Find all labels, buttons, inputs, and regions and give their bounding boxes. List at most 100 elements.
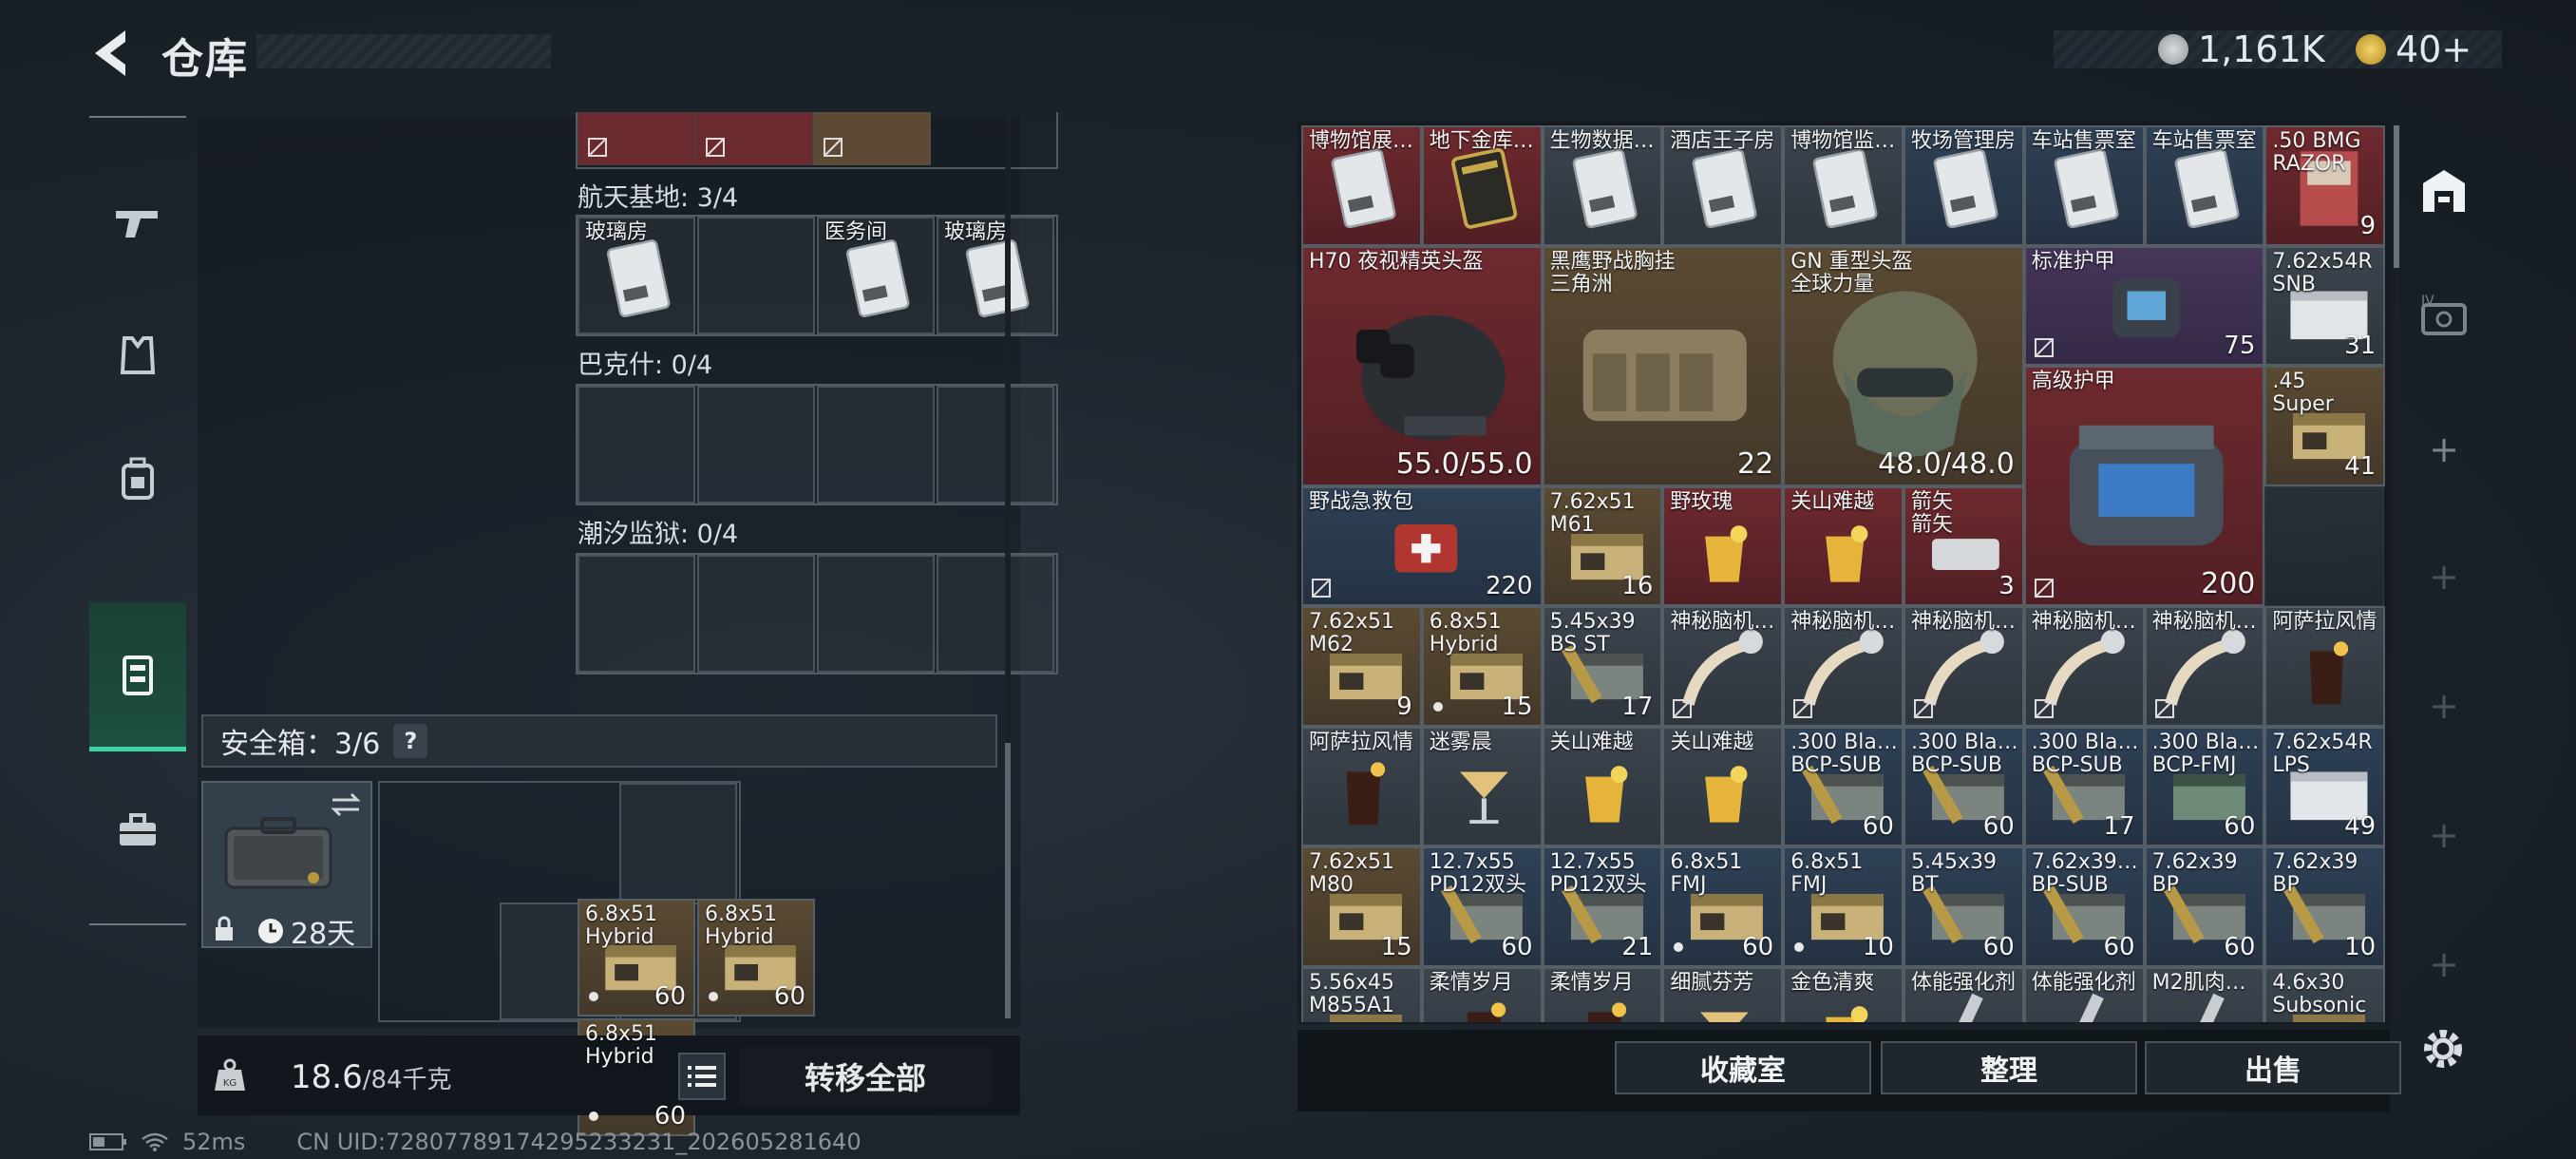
key-card-slot[interactable]: 医务间 [817,217,935,334]
stash-item[interactable]: 地下金库… [1421,125,1543,246]
key-card-slot[interactable]: 玻璃房 [578,217,695,334]
partial-slot[interactable] [578,112,695,165]
stash-item[interactable]: 7.62x39 BP 10 [2264,846,2386,967]
stash-item[interactable]: 体能强化剂 [1904,966,2024,1022]
stash-item[interactable]: 关山难越 [1783,485,1904,606]
stash-scroll-thumb[interactable] [2394,125,2399,268]
stash-item[interactable]: 关山难越 [1542,726,1663,846]
list-view-button[interactable] [678,1053,726,1100]
safe-item[interactable]: 6.8x51 Hybrid 60 [697,899,815,1016]
key-card-slot[interactable]: 玻璃房 [937,217,1054,334]
empty-slot[interactable] [697,555,815,673]
stash-item[interactable]: 标准护甲 75 [2023,245,2265,366]
empty-slot[interactable] [817,386,935,504]
stash-item[interactable]: H70 夜视精英头盔 55.0/55.0 [1301,245,1543,486]
add-tab-button[interactable]: + [2413,674,2475,737]
add-tab-button[interactable]: + [2413,804,2475,866]
empty-slot[interactable] [697,386,815,504]
help-icon[interactable]: ? [393,724,428,758]
stash-tab-4[interactable]: IV [2413,285,2475,348]
stash-item[interactable]: 7.62x51 M61 16 [1542,485,1663,606]
stash-item[interactable]: 野玫瑰 [1662,485,1784,606]
swap-icon[interactable] [329,790,363,819]
stash-item[interactable]: 箭矢 箭矢 3 [1904,485,2024,606]
stash-item[interactable]: .300 Bla… BCP-SUB 17 [2023,726,2145,846]
stash-item[interactable]: 阿萨拉风情 [2264,606,2386,727]
stash-item[interactable]: 神秘脑机… [1904,606,2024,727]
empty-slot[interactable] [937,386,1054,504]
stash-item[interactable]: 柔情岁月 [1421,966,1543,1022]
stash-item[interactable]: 柔情岁月 [1542,966,1663,1022]
stash-item[interactable]: 细腻芬芳 [1662,966,1784,1022]
stash-item[interactable]: .300 Bla… BCP-SUB 60 [1783,726,1904,846]
empty-slot[interactable] [697,217,815,334]
currency-1[interactable]: 1,161K [2158,28,2325,70]
stash-item[interactable]: 5.45x39 BT 60 [1904,846,2024,967]
empty-slot[interactable] [578,555,695,673]
stash-item[interactable]: 7.62x39… BP-SUB 60 [2023,846,2145,967]
stash-item[interactable]: 车站售票室 [2023,125,2145,246]
partial-slot[interactable] [813,112,931,165]
sidebar-item-backpack[interactable] [89,422,186,536]
stash-item[interactable]: M2肌肉… [2144,966,2265,1022]
stash-scrollbar[interactable] [2394,125,2399,1018]
empty-slot[interactable] [619,783,737,901]
stash-item[interactable]: 生物数据… [1542,125,1663,246]
stash-item[interactable]: 阿萨拉风情 [1301,726,1422,846]
stash-item[interactable]: .300 Bla… BCP-SUB 60 [1904,726,2024,846]
stash-item[interactable]: 4.6x30 Subsonic [2264,966,2386,1022]
stash-item[interactable]: 关山难越 [1662,726,1784,846]
transfer-all-button[interactable]: 转移全部 [739,1047,992,1106]
stash-item[interactable]: .45 Super 41 [2264,366,2386,486]
stash-item[interactable]: 黑鹰野战胸挂 三角洲 22 [1542,245,1784,486]
stash-item[interactable]: 7.62x54R SNB 31 [2264,245,2386,366]
add-tab-button[interactable]: + [2413,545,2475,608]
stash-item[interactable]: 车站售票室 [2144,125,2265,246]
back-button[interactable] [87,27,135,80]
safe-item[interactable]: 6.8x51 Hybrid 60 [578,899,695,1016]
empty-slot[interactable] [937,555,1054,673]
sort-button[interactable]: 整理 [1881,1041,2137,1094]
collection-room-button[interactable]: 收藏室 [1615,1041,1871,1094]
stash-item[interactable]: GN 重型头盔 全球力量 48.0/48.0 [1783,245,2024,486]
add-tab-button[interactable]: + [2413,933,2475,996]
stash-cell[interactable] [2264,485,2385,606]
sidebar-item-armor[interactable] [89,308,186,403]
stash-item[interactable]: 5.45x39 BS ST 17 [1542,606,1663,727]
sidebar-item-tools[interactable] [89,783,186,878]
stash-item[interactable]: 6.8x51 FMJ 60 [1662,846,1784,967]
empty-slot[interactable] [817,555,935,673]
sidebar-item-storage[interactable] [89,602,186,751]
stash-item[interactable]: 博物馆展… [1301,125,1422,246]
sell-button[interactable]: 出售 [2145,1041,2401,1094]
stash-item[interactable]: 12.7x55 PD12双头 21 [1542,846,1663,967]
stash-item[interactable]: 12.7x55 PD12双头 60 [1421,846,1543,967]
stash-item[interactable]: 7.62x51 M62 9 [1301,606,1422,727]
stash-item[interactable]: 6.8x51 FMJ 10 [1783,846,1904,967]
stash-item[interactable]: 体能强化剂 [2023,966,2145,1022]
add-tab-button[interactable]: + [2413,418,2475,481]
stash-item[interactable]: 金色清爽 [1783,966,1904,1022]
stash-item[interactable]: 牧场管理房 [1904,125,2024,246]
stash-tab-main[interactable] [2413,160,2475,222]
stash-item[interactable]: .300 Bla… BCP-FMJ 60 [2144,726,2265,846]
stash-item[interactable]: 7.62x51 M80 15 [1301,846,1422,967]
stash-item[interactable]: 迷雾晨 [1421,726,1543,846]
left-scroll-thumb[interactable] [1005,743,1011,1018]
stash-item[interactable]: 博物馆监… [1783,125,1904,246]
stash-item[interactable]: 5.56x45 M855A1 [1301,966,1422,1022]
sidebar-item-weapons[interactable] [89,175,186,270]
stash-item[interactable]: 7.62x39 BP 60 [2144,846,2265,967]
stash-item[interactable]: 神秘脑机… [1662,606,1784,727]
stash-item[interactable]: 神秘脑机… [2023,606,2145,727]
currency-2[interactable]: 40+ [2356,28,2472,70]
stash-item[interactable]: 高级护甲 200 [2023,366,2265,606]
stash-item[interactable]: 6.8x51 Hybrid 15 [1421,606,1543,727]
left-scrollbar[interactable] [1005,116,1011,1018]
stash-item[interactable]: 酒店王子房 [1662,125,1784,246]
stash-item[interactable]: .50 BMG RAZOR 9 [2264,125,2386,246]
stash-item[interactable]: 神秘脑机… [2144,606,2265,727]
stash-item[interactable]: 7.62x54R LPS 49 [2264,726,2386,846]
stash-item[interactable]: 野战急救包 220 [1301,485,1543,606]
stash-item[interactable]: 神秘脑机… [1783,606,1904,727]
